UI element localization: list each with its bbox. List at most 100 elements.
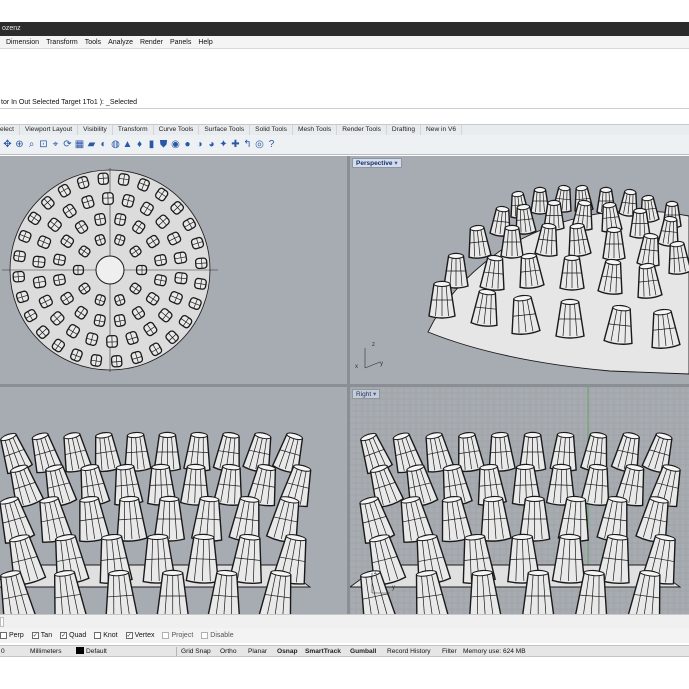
menu-analyze[interactable]: Analyze bbox=[108, 39, 133, 46]
checkbox[interactable] bbox=[0, 632, 7, 639]
menu-tools[interactable]: Tools bbox=[85, 39, 101, 46]
checkbox[interactable] bbox=[94, 632, 102, 639]
nozzle bbox=[173, 251, 188, 265]
menu-render[interactable]: Render bbox=[140, 39, 163, 46]
status-bar: 0 Millimeters Default Grid Snap Ortho Pl… bbox=[0, 645, 689, 657]
tab-mesh-tools[interactable]: Mesh Tools bbox=[293, 125, 338, 135]
toggle-record-history[interactable]: Record History bbox=[387, 646, 431, 657]
tab-new-in-v6[interactable]: New in V6 bbox=[421, 125, 463, 135]
nozzle bbox=[534, 222, 558, 257]
status-units[interactable]: Millimeters bbox=[30, 646, 62, 657]
viewport-front[interactable] bbox=[0, 387, 347, 614]
perspective-view-model bbox=[364, 184, 689, 375]
nozzle bbox=[551, 533, 586, 584]
viewport-area: Perspective ▾ z y x Right ▾ z y bbox=[0, 156, 689, 614]
viewport-label-perspective[interactable]: Perspective ▾ bbox=[352, 158, 402, 168]
toggle-gumball[interactable]: Gumball bbox=[350, 646, 376, 657]
bulb-icon[interactable]: ♦ bbox=[134, 139, 145, 151]
environment-icon[interactable]: ✦ bbox=[218, 139, 229, 151]
osnap-label: Vertex bbox=[134, 632, 155, 639]
viewport-tab[interactable] bbox=[0, 617, 4, 627]
chevron-down-icon: ▾ bbox=[394, 160, 398, 167]
osnap-label: Project bbox=[171, 632, 194, 639]
command-prompt[interactable] bbox=[0, 110, 689, 124]
toggle-smarttrack[interactable]: SmartTrack bbox=[305, 646, 341, 657]
axis-label-y: y bbox=[392, 585, 395, 591]
osnap-label: Perp bbox=[9, 632, 24, 639]
osnap-tan[interactable]: ✓ Tan bbox=[31, 632, 52, 639]
nozzle bbox=[121, 193, 135, 208]
material-icon[interactable]: ◑ bbox=[194, 139, 205, 151]
menu-help[interactable]: Help bbox=[198, 39, 212, 46]
toggle-osnap[interactable]: Osnap bbox=[277, 646, 298, 657]
grid-icon[interactable]: ▦ bbox=[74, 139, 85, 151]
osnap-vertex[interactable]: ✓ Vertex bbox=[125, 632, 155, 639]
checkbox[interactable]: ✓ bbox=[31, 632, 39, 639]
tab-drafting[interactable]: Drafting bbox=[387, 125, 422, 135]
lock-icon[interactable]: ▮ bbox=[146, 139, 157, 151]
earth-icon[interactable]: ◎ bbox=[254, 139, 265, 151]
mesh-icon[interactable]: ◍ bbox=[110, 139, 121, 151]
nozzle bbox=[101, 192, 114, 206]
tab-transform[interactable]: Transform bbox=[113, 125, 154, 135]
osnap-disable[interactable]: Disable bbox=[201, 632, 234, 639]
toggle-grid-snap[interactable]: Grid Snap bbox=[181, 646, 211, 657]
menu-panels[interactable]: Panels bbox=[170, 39, 191, 46]
nozzle bbox=[479, 254, 505, 291]
shield-icon[interactable]: ⛊ bbox=[158, 139, 169, 151]
checkbox[interactable]: ✓ bbox=[125, 632, 133, 639]
tab-select[interactable]: elect bbox=[0, 125, 20, 135]
command-history[interactable]: tor In Out Selected Target 1To1 ): _Sele… bbox=[0, 50, 689, 109]
window-titlebar: ozenz bbox=[0, 22, 689, 36]
top-view-model bbox=[2, 168, 218, 372]
viewport-perspective[interactable]: Perspective ▾ z y x bbox=[350, 156, 689, 384]
history-icon[interactable]: ↰ bbox=[242, 139, 253, 151]
cone-icon[interactable]: ▲ bbox=[122, 139, 133, 151]
center-hole bbox=[95, 255, 125, 285]
osnap-perp[interactable]: Perp bbox=[0, 632, 24, 639]
tab-visibility[interactable]: Visibility bbox=[78, 125, 113, 135]
nozzle bbox=[53, 253, 67, 266]
viewport-label-right[interactable]: Right ▾ bbox=[352, 389, 381, 399]
menu-dimension[interactable]: Dimension bbox=[6, 39, 39, 46]
puzzle-icon[interactable]: ✚ bbox=[230, 139, 241, 151]
status-memory: Memory use: 624 MB bbox=[463, 648, 526, 655]
help-icon[interactable]: ? bbox=[266, 139, 277, 151]
nozzle bbox=[110, 354, 123, 368]
nozzle bbox=[106, 334, 119, 348]
pan-icon[interactable]: ✥ bbox=[2, 139, 13, 151]
menu-transform[interactable]: Transform bbox=[46, 39, 78, 46]
osnap-knot[interactable]: Knot bbox=[94, 632, 118, 639]
zoom-window-icon[interactable]: ⌕ bbox=[26, 139, 37, 151]
globe-icon[interactable]: ◕ bbox=[206, 139, 217, 151]
toggle-planar[interactable]: Planar bbox=[248, 646, 267, 657]
tab-viewport-layout[interactable]: Viewport Layout bbox=[20, 125, 79, 135]
rotate-view-icon[interactable]: ⟳ bbox=[62, 139, 73, 151]
status-layer[interactable]: Default bbox=[76, 646, 107, 657]
car-icon[interactable]: ▰ bbox=[86, 139, 97, 151]
tab-solid-tools[interactable]: Solid Tools bbox=[250, 125, 293, 135]
nozzle bbox=[72, 264, 85, 276]
tab-curve-tools[interactable]: Curve Tools bbox=[154, 125, 200, 135]
zoom-icon[interactable]: ⊕ bbox=[14, 139, 25, 151]
checkbox[interactable] bbox=[162, 632, 170, 639]
axis-label-z: z bbox=[372, 342, 375, 348]
nozzle bbox=[13, 250, 26, 263]
viewport-top[interactable] bbox=[0, 156, 347, 384]
tab-surface-tools[interactable]: Surface Tools bbox=[199, 125, 251, 135]
toggle-icon[interactable]: ◐ bbox=[98, 139, 109, 151]
tab-render-tools[interactable]: Render Tools bbox=[337, 125, 387, 135]
osnap-quad[interactable]: ✓ Quad bbox=[60, 632, 86, 639]
zoom-selected-icon[interactable]: ⌖ bbox=[50, 139, 61, 151]
zoom-extents-icon[interactable]: ⊡ bbox=[38, 139, 49, 151]
toggle-filter[interactable]: Filter bbox=[442, 646, 457, 657]
toggle-ortho[interactable]: Ortho bbox=[220, 646, 237, 657]
viewport-right[interactable]: Right ▾ z y bbox=[350, 387, 689, 614]
layer-color-swatch bbox=[76, 647, 84, 654]
nozzle bbox=[85, 332, 99, 347]
sphere-icon[interactable]: ● bbox=[182, 139, 193, 151]
checkbox[interactable]: ✓ bbox=[60, 632, 68, 639]
osnap-project[interactable]: Project bbox=[162, 632, 193, 639]
checkbox[interactable] bbox=[201, 632, 209, 639]
render-icon[interactable]: ◉ bbox=[170, 139, 181, 151]
